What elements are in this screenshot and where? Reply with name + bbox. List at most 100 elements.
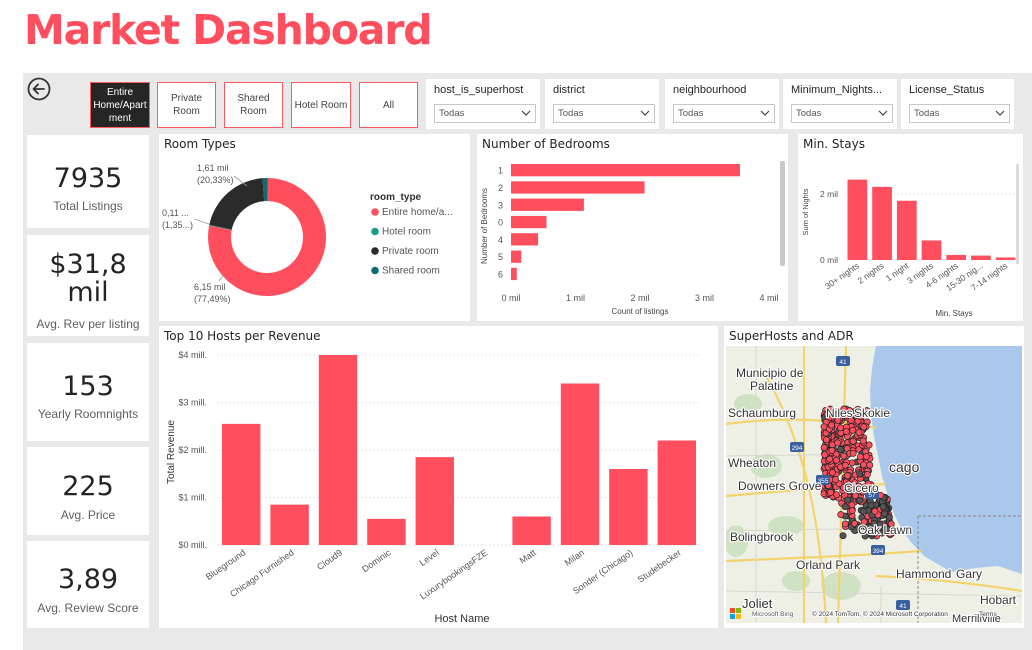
map-place-label: Orland Park — [796, 558, 861, 572]
x-tick-label: 30+ nights — [823, 260, 861, 291]
map-point — [821, 451, 829, 459]
kpi-avg-price: 225 Avg. Price — [27, 447, 149, 535]
map-logo-text: Microsoft Bing — [752, 611, 794, 618]
bar — [511, 181, 645, 194]
bar — [921, 240, 942, 260]
microsoft-logo-icon — [730, 608, 735, 613]
kpi-avg-rev-per-listing: $31,8 mil Avg. Rev per listing — [27, 235, 149, 336]
x-tick-label: Level — [418, 547, 441, 568]
map-point — [848, 507, 856, 514]
entire-home-button[interactable]: Entire Home/Apart ment — [90, 82, 150, 128]
map-place-label: Niles — [826, 406, 853, 420]
map-point — [827, 489, 835, 496]
chevron-down-icon — [878, 110, 888, 116]
microsoft-logo-icon — [730, 614, 735, 619]
slicer-label: host_is_superhost — [434, 84, 524, 96]
map-point — [866, 461, 874, 469]
legend-marker — [371, 247, 379, 255]
legend-title: room_type — [370, 192, 422, 203]
highway-shield-label: 394 — [873, 548, 884, 555]
y-tick-label: 3 — [498, 200, 503, 210]
y-tick-label: 2 — [498, 183, 503, 193]
bar — [511, 198, 584, 211]
x-tick-label: Matt — [518, 547, 538, 566]
bar — [318, 355, 358, 545]
map-point — [834, 439, 842, 447]
map-place-label: Municipio de — [736, 366, 804, 380]
x-tick-label: 1 mil — [566, 293, 585, 303]
map-point — [856, 453, 864, 461]
slicer-label: License_Status — [909, 84, 985, 96]
map-place-label: Hobart — [980, 593, 1017, 607]
y-tick-label: 4 — [498, 235, 503, 245]
map-point — [828, 469, 836, 477]
slicer-dropdown[interactable]: Todas — [553, 104, 655, 123]
slicer-dropdown[interactable]: Todas — [434, 104, 536, 123]
slicer-license-status: License_Status Todas — [901, 79, 1014, 129]
kpi-avg-review-score: 3,89 Avg. Review Score — [27, 541, 149, 628]
bar — [995, 257, 1016, 260]
y-axis-label: Total Revenue — [166, 420, 177, 484]
map-point — [841, 503, 849, 511]
x-axis-label: Host Name — [434, 613, 489, 625]
map-point — [855, 428, 863, 436]
x-axis-label: Count of listings — [612, 307, 669, 316]
x-tick-label: 4 mil — [759, 293, 778, 303]
slicer-minimum-nights: Minimum_Nights... Todas — [783, 79, 897, 129]
slicer-dropdown[interactable]: Todas — [673, 104, 775, 123]
y-tick-label: 6 — [498, 269, 503, 279]
bar — [971, 255, 991, 260]
x-tick-label: Dominic — [360, 547, 393, 574]
slicer-label: district — [553, 84, 585, 96]
bar — [511, 233, 539, 246]
map-point — [856, 496, 864, 504]
map-attribution: © 2024 TomTom, © 2024 Microsoft Corporat… — [812, 610, 948, 618]
map-place-label: Schaumburg — [728, 406, 796, 420]
map-point — [848, 459, 856, 467]
chevron-down-icon — [760, 110, 770, 116]
panel-title: SuperHosts and ADR — [729, 329, 854, 343]
map-canvas[interactable]: 412943555739441Municipio dePalatineSchau… — [726, 346, 1022, 623]
map-view[interactable]: 41 294 355 57 394 41 Municipio de Palatine Schau… — [726, 346, 1022, 623]
kpi-label: Avg. Review Score — [37, 601, 139, 615]
y-tick-label: 5 — [498, 252, 503, 262]
y-tick-label: $1 mill. — [178, 493, 207, 503]
map-point — [837, 424, 844, 432]
bar — [847, 179, 868, 260]
kpi-label: Yearly Roomnights — [37, 407, 139, 421]
data-label-leader — [193, 218, 210, 225]
kpi-value: 225 — [62, 471, 114, 502]
map-point — [860, 461, 868, 469]
data-label-pct: (20,33%) — [197, 175, 234, 185]
min-stays-bar-chart: 30+ nights2 nights1 night3 nights4-6 nig… — [801, 164, 1019, 318]
kpi-value-line1: $31,8 — [49, 249, 127, 280]
back-arrow-icon[interactable] — [27, 77, 51, 101]
kpi-total-listings: 7935 Total Listings — [27, 135, 149, 228]
private-room-button[interactable]: Private Room — [157, 82, 216, 128]
map-place-label: Joliet — [742, 596, 773, 611]
kpi-label: Avg. Rev per listing — [36, 317, 140, 331]
map-place-label: Palatine — [750, 379, 794, 393]
legend-marker — [371, 266, 379, 275]
highway-shield-label: 294 — [792, 445, 803, 452]
scrollbar — [780, 161, 785, 266]
hotel-room-button[interactable]: Hotel Room — [291, 82, 351, 128]
y-tick-label: $0 mill. — [178, 540, 207, 550]
chevron-down-icon — [521, 110, 531, 116]
kpi-value: 153 — [62, 371, 114, 402]
slicer-dropdown[interactable]: Todas — [791, 104, 893, 123]
slicer-dropdown[interactable]: Todas — [909, 104, 1010, 123]
map-place-label: Wheaton — [728, 456, 776, 470]
data-label-leader — [218, 273, 225, 282]
all-button[interactable]: All — [359, 82, 418, 128]
bar — [222, 423, 261, 545]
bar — [270, 504, 309, 545]
park-area — [821, 572, 861, 600]
x-tick-label: 3 mil — [695, 293, 714, 303]
map-point — [839, 532, 847, 540]
min-stays-panel: Min. Stays 30+ nights 2 nights 1 night 3 ni… — [798, 134, 1023, 321]
legend-label: Entire home/a... — [382, 207, 453, 218]
shared-room-button[interactable]: Shared Room — [224, 82, 283, 128]
map-point — [837, 511, 845, 519]
chevron-down-icon — [640, 110, 650, 116]
